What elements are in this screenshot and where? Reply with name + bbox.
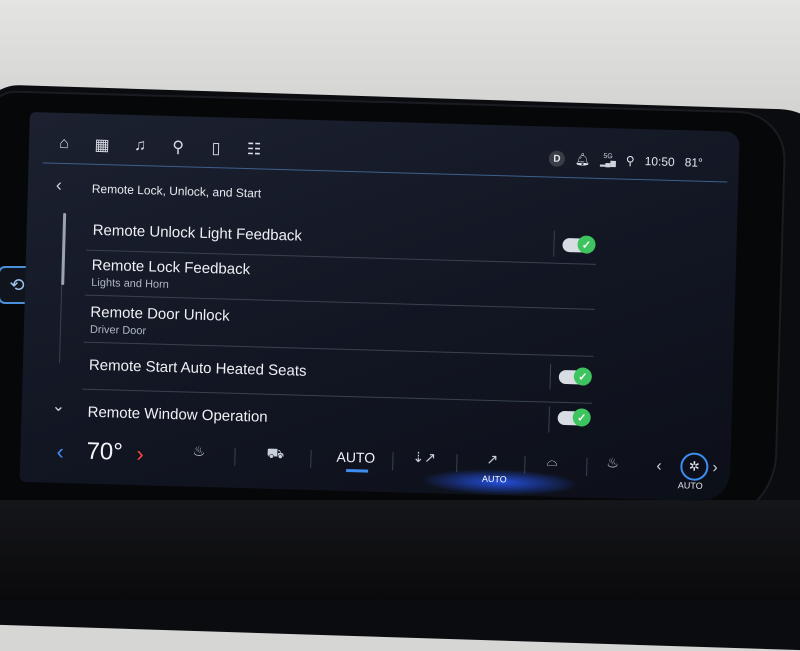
scroll-down-chevron-icon[interactable]: ⌄ bbox=[52, 396, 66, 416]
check-icon: ✓ bbox=[573, 367, 593, 386]
fan-icon[interactable]: ✲ bbox=[679, 452, 709, 482]
check-icon: ✓ bbox=[572, 408, 591, 427]
heated-seat-rear-icon[interactable]: ♨ bbox=[606, 454, 619, 471]
map-pin-icon[interactable]: ⚲ bbox=[165, 134, 192, 161]
fan-auto-label: AUTO bbox=[677, 480, 703, 491]
airflow-auto-label: AUTO bbox=[481, 473, 507, 485]
setting-label: Remote Unlock Light Feedback bbox=[92, 221, 303, 245]
toggle-remote-window-operation[interactable]: ✓ bbox=[557, 408, 591, 427]
temp-down-chevron-icon[interactable]: ‹ bbox=[56, 439, 64, 465]
airflow-floor-icon[interactable]: ⇣↗ bbox=[412, 449, 436, 467]
apps-grid-icon[interactable]: ▦ bbox=[89, 132, 116, 159]
temperature-display: 70° bbox=[86, 437, 124, 466]
row-divider bbox=[553, 230, 555, 257]
defrost-front-icon[interactable]: ⌓ bbox=[546, 453, 558, 470]
bell-icon[interactable]: 🔔︎ bbox=[575, 152, 591, 166]
auto-active-indicator bbox=[346, 468, 369, 473]
recirculation-car-icon[interactable]: ⛟ bbox=[266, 445, 284, 464]
setting-label: Remote Window Operation bbox=[87, 403, 268, 426]
drive-mode-badge: D bbox=[548, 150, 566, 167]
settings-toggles-icon[interactable]: ☷ bbox=[241, 136, 268, 163]
back-icon[interactable]: ‹ bbox=[56, 175, 63, 196]
setting-label: Remote Door Unlock bbox=[90, 303, 230, 325]
setting-label: Remote Lock Feedback bbox=[91, 256, 251, 279]
row-divider bbox=[549, 363, 552, 390]
top-nav-bar: ⌂ ▦ ♫ ⚲ ▯ ☷ bbox=[51, 131, 268, 163]
heated-seat-icon[interactable]: ♨ bbox=[192, 443, 205, 460]
lower-dash-trim bbox=[0, 500, 800, 600]
setting-sublabel: Lights and Horn bbox=[91, 276, 170, 291]
scroll-indicator[interactable] bbox=[61, 212, 67, 286]
music-note-icon[interactable]: ♫ bbox=[127, 133, 154, 160]
separator bbox=[310, 449, 312, 468]
setting-sublabel: Driver Door bbox=[89, 323, 147, 338]
location-icon: ⚲ bbox=[625, 153, 635, 168]
fan-up-chevron-icon[interactable]: › bbox=[712, 459, 718, 477]
infotainment-screen: ⌂ ▦ ♫ ⚲ ▯ ☷ D 🔔︎ 5G ▂▄▆ ⚲ 10:50 81° ‹ Rem… bbox=[19, 112, 740, 502]
outside-temperature: 81° bbox=[684, 155, 704, 170]
row-divider bbox=[548, 406, 550, 433]
airflow-auto-icon[interactable]: ↗ bbox=[486, 451, 498, 468]
separator bbox=[586, 457, 588, 476]
separator bbox=[234, 447, 236, 466]
temp-up-chevron-icon[interactable]: › bbox=[136, 441, 144, 467]
fan-down-chevron-icon[interactable]: ‹ bbox=[656, 458, 662, 476]
check-icon: ✓ bbox=[577, 235, 596, 254]
status-bar: D 🔔︎ 5G ▂▄▆ ⚲ 10:50 81° bbox=[548, 150, 704, 171]
setting-label: Remote Start Auto Heated Seats bbox=[88, 356, 307, 380]
phone-icon[interactable]: ▯ bbox=[203, 135, 230, 162]
home-icon[interactable]: ⌂ bbox=[51, 131, 78, 158]
signal-icon: 5G ▂▄▆ bbox=[599, 153, 616, 168]
toggle-remote-start-auto-heated-seats[interactable]: ✓ bbox=[558, 367, 593, 386]
page-title: Remote Lock, Unlock, and Start bbox=[91, 181, 262, 201]
toggle-remote-unlock-light-feedback[interactable]: ✓ bbox=[562, 235, 596, 254]
clock: 10:50 bbox=[644, 154, 675, 170]
car-settings-icon: ⟲ bbox=[9, 274, 25, 295]
separator bbox=[392, 452, 394, 471]
auto-climate-button[interactable]: AUTO bbox=[336, 449, 375, 466]
